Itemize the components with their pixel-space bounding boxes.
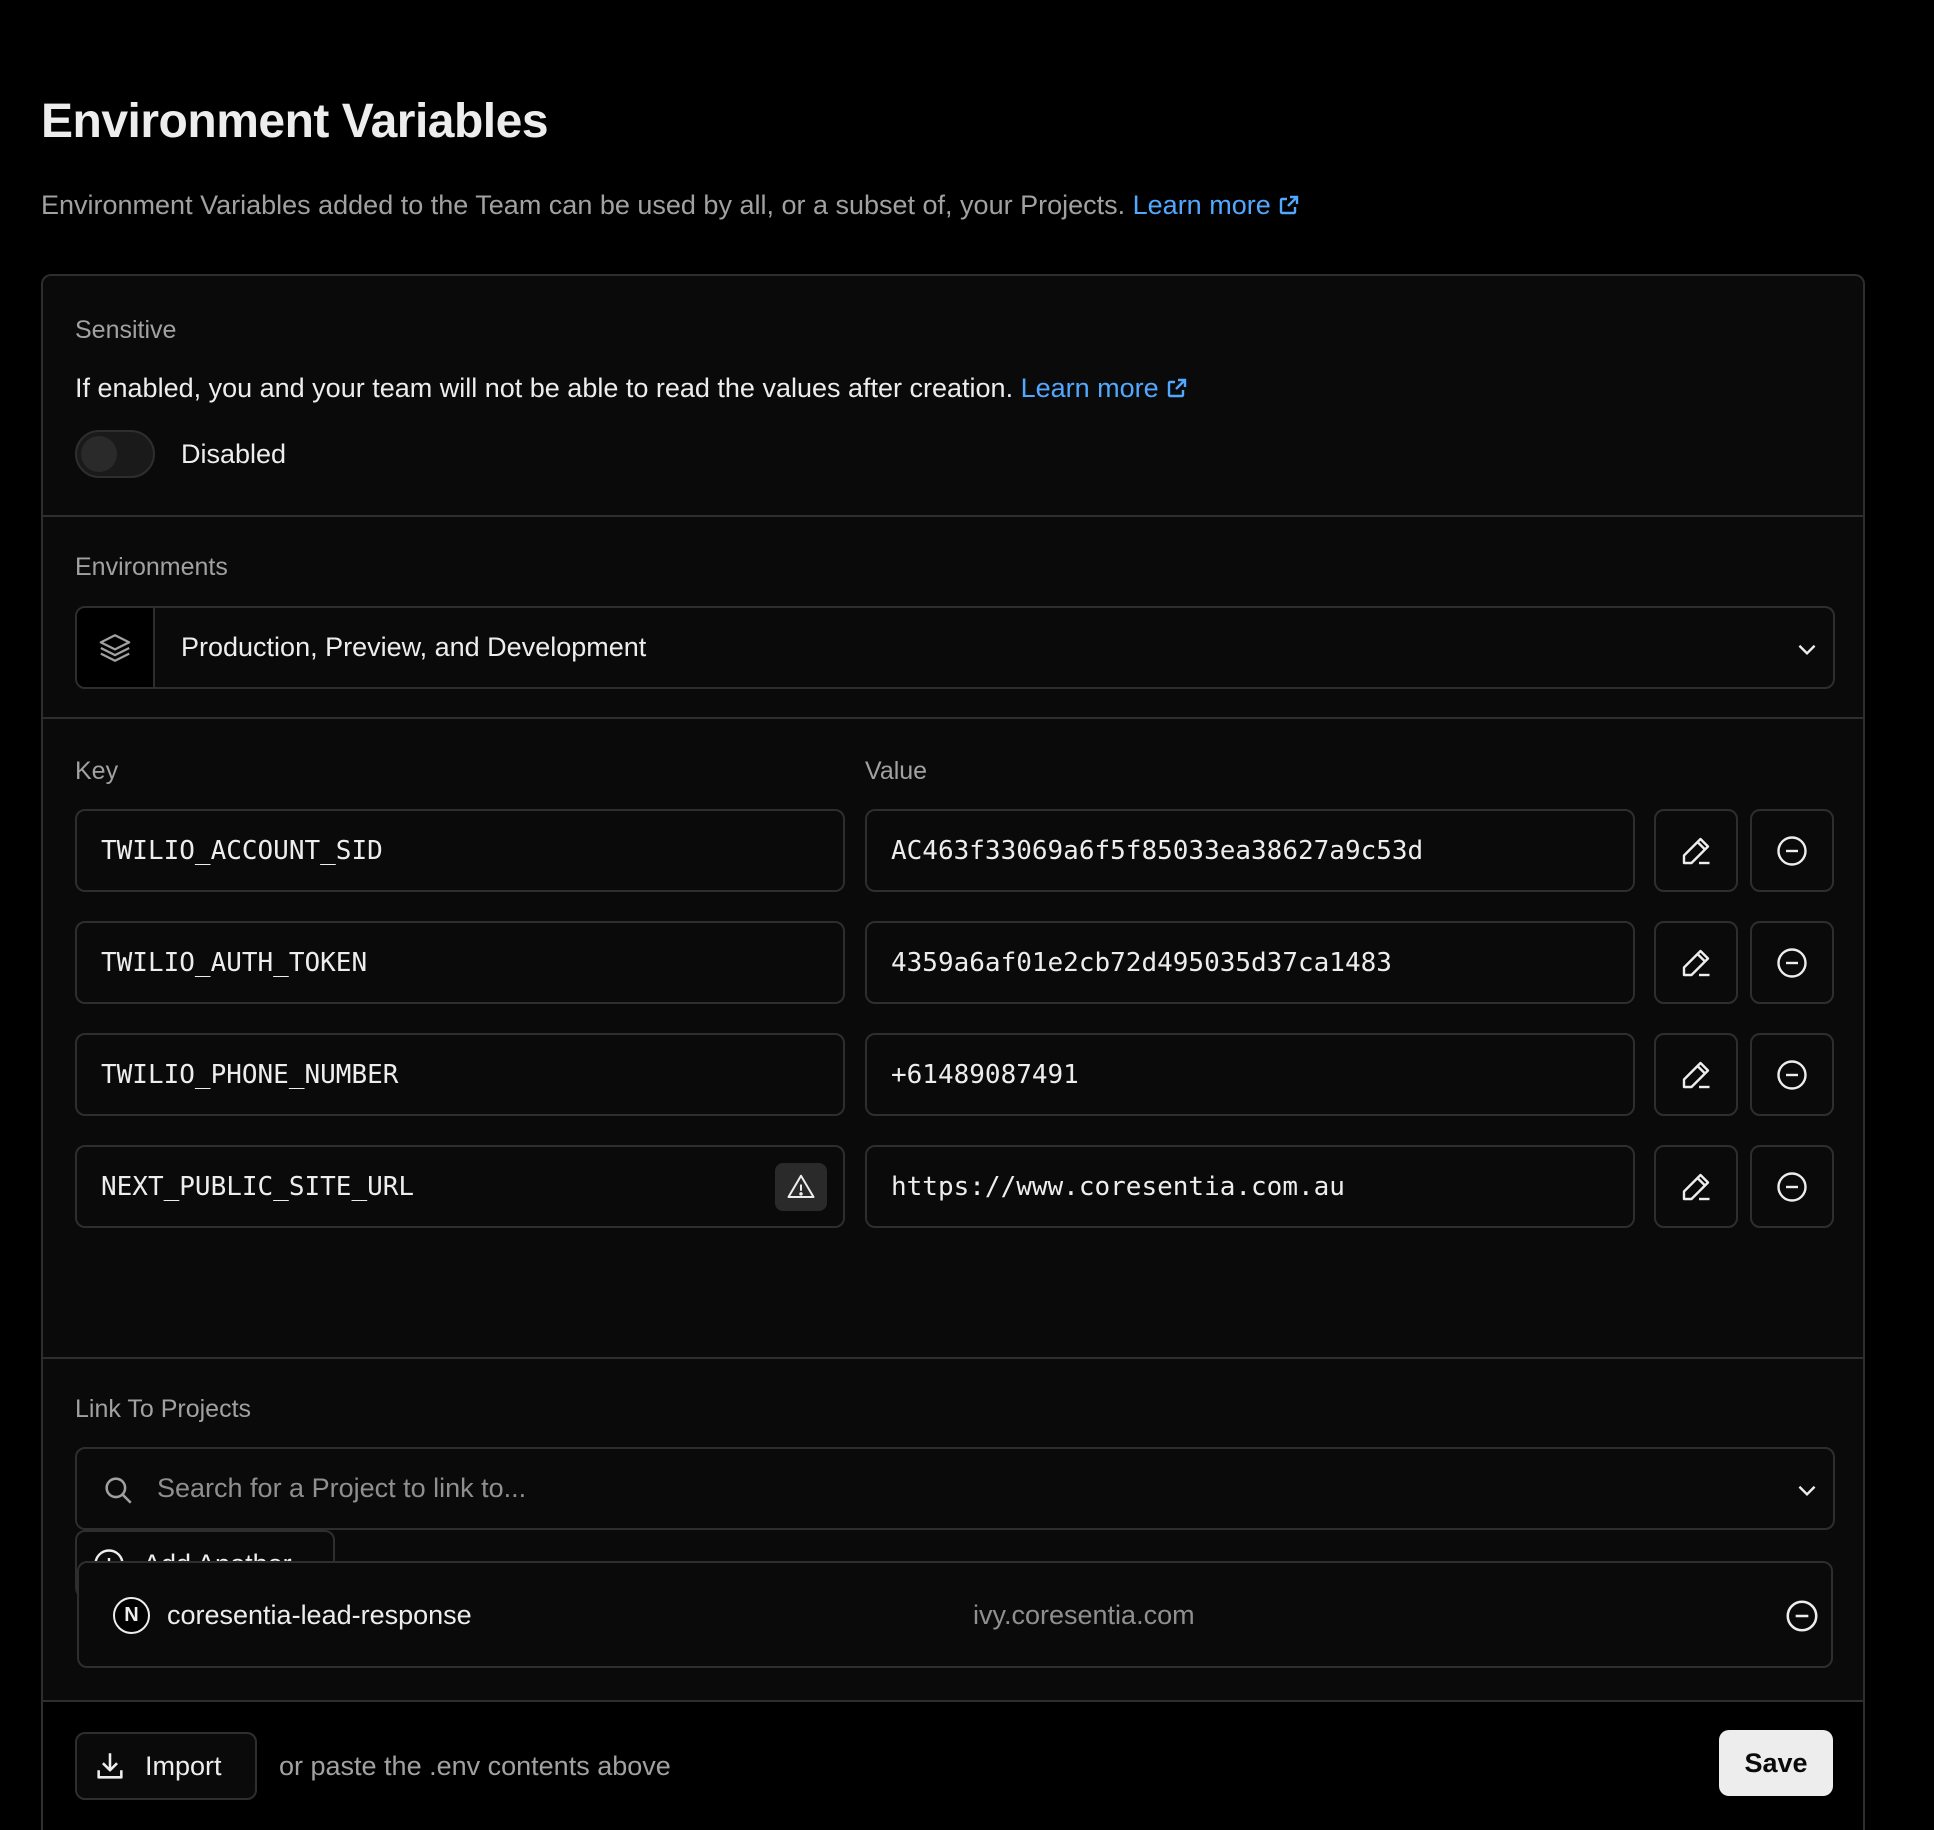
value-input-value: AC463f33069a6f5f85033ea38627a9c53d xyxy=(891,835,1424,866)
sensitive-toggle[interactable] xyxy=(75,430,155,478)
key-input[interactable]: TWILIO_ACCOUNT_SID xyxy=(75,809,845,892)
import-hint: or paste the .env contents above xyxy=(279,1751,671,1781)
chevron-down-icon xyxy=(1798,644,1816,656)
project-search-input[interactable]: Search for a Project to link to... xyxy=(75,1447,1835,1530)
pencil-icon xyxy=(1682,949,1710,976)
environments-label: Environments xyxy=(75,553,228,581)
value-column-header: Value xyxy=(865,757,928,785)
search-icon xyxy=(105,1477,132,1504)
sensitive-label: Sensitive xyxy=(75,316,177,344)
environments-select[interactable]: Production, Preview, and Development xyxy=(75,606,1835,689)
remove-variable-button[interactable] xyxy=(1750,809,1834,892)
minus-circle-icon xyxy=(1777,1059,1807,1090)
external-link-icon xyxy=(1279,195,1298,215)
warning-icon xyxy=(787,1174,815,1198)
value-input[interactable]: AC463f33069a6f5f85033ea38627a9c53d xyxy=(865,809,1635,892)
import-label: Import xyxy=(145,1750,222,1781)
key-input[interactable]: TWILIO_PHONE_NUMBER xyxy=(75,1033,845,1116)
key-column-header: Key xyxy=(75,757,119,785)
import-button[interactable]: Import xyxy=(75,1732,257,1800)
remove-variable-button[interactable] xyxy=(1750,1145,1834,1228)
linked-project-row: N coresentia-lead-response ivy.coresenti… xyxy=(77,1561,1833,1668)
remove-variable-button[interactable] xyxy=(1750,1033,1834,1116)
pencil-icon xyxy=(1682,837,1710,864)
learn-more-link[interactable]: Learn more xyxy=(1133,190,1301,220)
value-input-value: 4359a6af01e2cb72d495035d37ca1483 xyxy=(891,947,1392,978)
value-input-value: https://www.coresentia.com.au xyxy=(891,1171,1345,1202)
warning-badge[interactable] xyxy=(775,1163,827,1211)
sensitive-description: If enabled, you and your team will not b… xyxy=(75,373,1189,404)
sensitive-learn-more-link[interactable]: Learn more xyxy=(1021,373,1189,403)
value-input[interactable]: https://www.coresentia.com.au xyxy=(865,1145,1635,1228)
environments-selected-value: Production, Preview, and Development xyxy=(181,632,647,662)
project-name: coresentia-lead-response xyxy=(167,1600,472,1630)
sensitive-section: Sensitive If enabled, you and your team … xyxy=(43,276,1863,517)
save-button[interactable]: Save xyxy=(1719,1730,1833,1796)
value-input[interactable]: 4359a6af01e2cb72d495035d37ca1483 xyxy=(865,921,1635,1004)
chevron-down-icon xyxy=(1798,1485,1816,1497)
link-projects-section: Link To Projects Search for a Project to… xyxy=(43,1359,1863,1702)
minus-circle-icon xyxy=(1777,1171,1807,1202)
layers-icon xyxy=(99,633,131,662)
key-input-value: TWILIO_AUTH_TOKEN xyxy=(101,947,368,978)
value-input[interactable]: +61489087491 xyxy=(865,1033,1635,1116)
nextjs-icon: N xyxy=(113,1597,150,1634)
form-footer: Import or paste the .env contents above … xyxy=(43,1702,1863,1830)
key-input[interactable]: NEXT_PUBLIC_SITE_URL xyxy=(75,1145,845,1228)
page-subtitle: Environment Variables added to the Team … xyxy=(41,190,1301,221)
link-projects-label: Link To Projects xyxy=(75,1395,252,1423)
layers-icon-box xyxy=(77,608,155,687)
project-domain: ivy.coresentia.com xyxy=(973,1600,1195,1630)
pencil-icon xyxy=(1682,1061,1710,1088)
download-icon xyxy=(97,1753,123,1779)
edit-button[interactable] xyxy=(1654,809,1738,892)
key-input[interactable]: TWILIO_AUTH_TOKEN xyxy=(75,921,845,1004)
learn-more-label: Learn more xyxy=(1132,190,1271,220)
edit-button[interactable] xyxy=(1654,1145,1738,1228)
sensitive-learn-more-label: Learn more xyxy=(1020,373,1159,403)
remove-variable-button[interactable] xyxy=(1750,921,1834,1004)
toggle-knob xyxy=(81,436,117,472)
env-variables-page: Environment Variables Environment Variab… xyxy=(0,0,1934,1830)
subtitle-text: Environment Variables added to the Team … xyxy=(41,190,1126,220)
environments-section: Environments Production, Preview, and De… xyxy=(43,517,1863,719)
edit-button[interactable] xyxy=(1654,1033,1738,1116)
minus-circle-icon xyxy=(1777,835,1807,866)
minus-circle-icon xyxy=(1777,947,1807,978)
pencil-icon xyxy=(1682,1173,1710,1200)
key-input-value: NEXT_PUBLIC_SITE_URL xyxy=(101,1171,415,1202)
toggle-state-label: Disabled xyxy=(181,439,287,469)
search-placeholder: Search for a Project to link to... xyxy=(157,1473,527,1503)
key-input-value: TWILIO_ACCOUNT_SID xyxy=(101,835,383,866)
value-input-value: +61489087491 xyxy=(891,1059,1079,1090)
key-input-value: TWILIO_PHONE_NUMBER xyxy=(101,1059,399,1090)
edit-button[interactable] xyxy=(1654,921,1738,1004)
page-title: Environment Variables xyxy=(41,95,549,148)
env-form-card: Sensitive If enabled, you and your team … xyxy=(41,274,1865,1830)
external-link-icon xyxy=(1167,378,1186,398)
sensitive-description-text: If enabled, you and your team will not b… xyxy=(75,373,1014,403)
unlink-project-minus-circle-icon[interactable] xyxy=(1783,1597,1821,1635)
variables-section: Key Value TWILIO_ACCOUNT_SID AC463f33069… xyxy=(43,719,1863,1598)
